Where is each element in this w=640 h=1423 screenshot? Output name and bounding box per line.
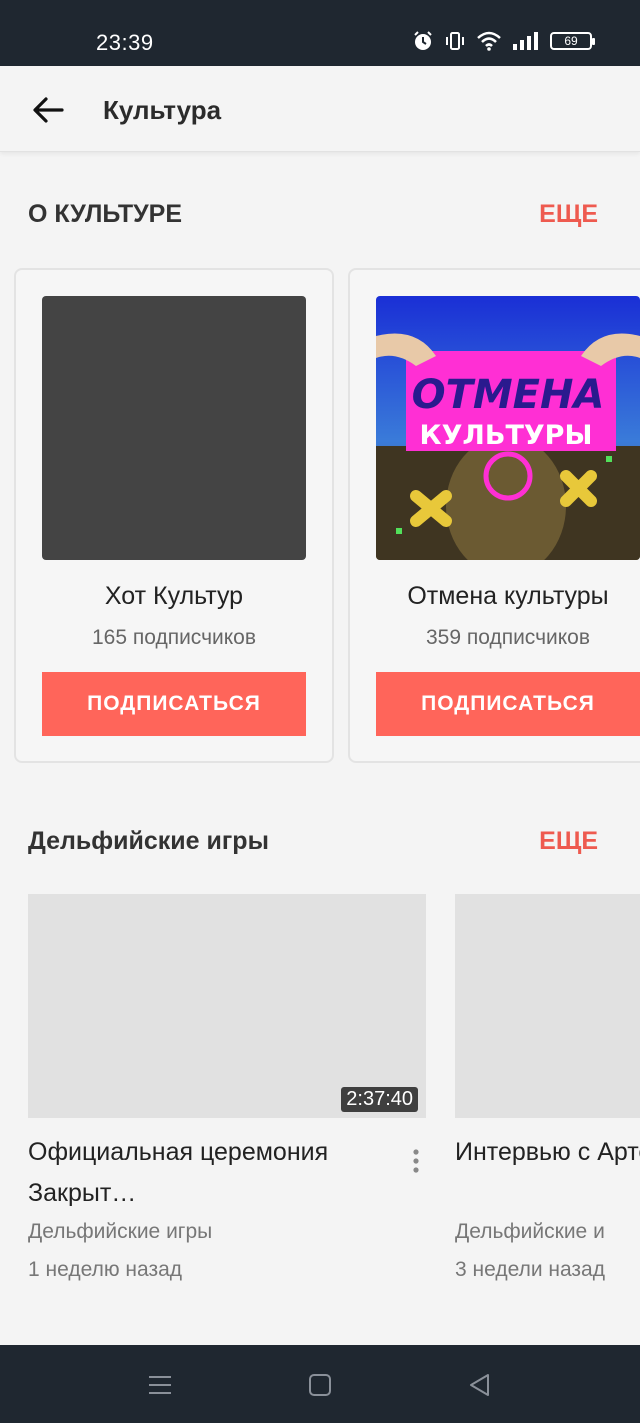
section-title: Дельфийские игры bbox=[28, 827, 269, 855]
subscriber-count: 359 подписчиков bbox=[425, 626, 590, 649]
battery-icon: 69 bbox=[550, 32, 595, 50]
section-header-delphic: Дельфийские игры ЕЩЕ bbox=[28, 827, 598, 856]
vibrate-icon bbox=[446, 32, 464, 50]
more-vertical-icon[interactable] bbox=[404, 1146, 428, 1176]
alarm-icon bbox=[414, 31, 432, 50]
channel-card[interactable]: Хот Культур 165 подписчиков ПОДПИСАТЬСЯ bbox=[14, 268, 334, 763]
subscriber-count: 165 подписчиков bbox=[91, 626, 256, 649]
page-title: Культура bbox=[103, 95, 222, 125]
channel-card[interactable]: ОТМЕНА КУЛЬТУРЫ Отмена культуры 359 подп… bbox=[348, 268, 640, 763]
video-title[interactable]: Официальная церемония Закрыт… bbox=[28, 1132, 368, 1214]
more-link[interactable]: ЕЩЕ bbox=[539, 200, 598, 229]
video-date: 3 недели назад bbox=[455, 1258, 605, 1281]
video-channel: Дельфийские игры bbox=[28, 1220, 213, 1243]
menu-icon[interactable] bbox=[146, 1371, 174, 1399]
channel-thumbnail[interactable] bbox=[42, 296, 306, 560]
video-duration: 2:37:40 bbox=[341, 1087, 418, 1112]
system-nav-bar bbox=[0, 1345, 640, 1423]
video-thumbnail[interactable] bbox=[455, 894, 640, 1118]
section-header-about: О КУЛЬТУРЕ ЕЩЕ bbox=[28, 200, 598, 229]
video-date: 1 неделю назад bbox=[28, 1258, 183, 1281]
status-bar: 23:39 69 bbox=[0, 0, 640, 66]
video-card[interactable]: 2:37:40 Официальная церемония Закрыт… Де… bbox=[28, 894, 428, 1281]
channel-cover-art[interactable]: ОТМЕНА КУЛЬТУРЫ bbox=[376, 296, 640, 560]
channel-name: Хот Культур bbox=[104, 582, 244, 610]
video-thumbnail[interactable]: 2:37:40 bbox=[28, 894, 426, 1118]
more-link[interactable]: ЕЩЕ bbox=[539, 827, 598, 856]
app-bar: Культура bbox=[0, 66, 640, 152]
back-triangle-icon[interactable] bbox=[466, 1371, 494, 1399]
cover-line-1: ОТМЕНА bbox=[412, 372, 605, 418]
signal-icon bbox=[513, 32, 538, 50]
subscribe-button[interactable]: ПОДПИСАТЬСЯ bbox=[42, 672, 306, 736]
video-title[interactable]: Интервью с Артемием По bbox=[455, 1132, 640, 1173]
wifi-icon bbox=[477, 31, 501, 51]
cover-line-2: КУЛЬТУРЫ bbox=[420, 420, 593, 451]
cover-art-image: ОТМЕНА КУЛЬТУРЫ bbox=[376, 296, 640, 560]
home-square-icon[interactable] bbox=[306, 1371, 334, 1399]
video-card[interactable]: Интервью с Артемием По Дельфийские и 3 н… bbox=[455, 894, 640, 1294]
arrow-left-icon[interactable] bbox=[30, 92, 66, 128]
channel-name: Отмена культуры bbox=[407, 582, 609, 610]
status-icons: 69 bbox=[412, 30, 595, 52]
status-time: 23:39 bbox=[96, 30, 154, 55]
video-channel: Дельфийские и bbox=[455, 1220, 605, 1243]
section-title: О КУЛЬТУРЕ bbox=[28, 200, 183, 228]
subscribe-button[interactable]: ПОДПИСАТЬСЯ bbox=[376, 672, 640, 736]
